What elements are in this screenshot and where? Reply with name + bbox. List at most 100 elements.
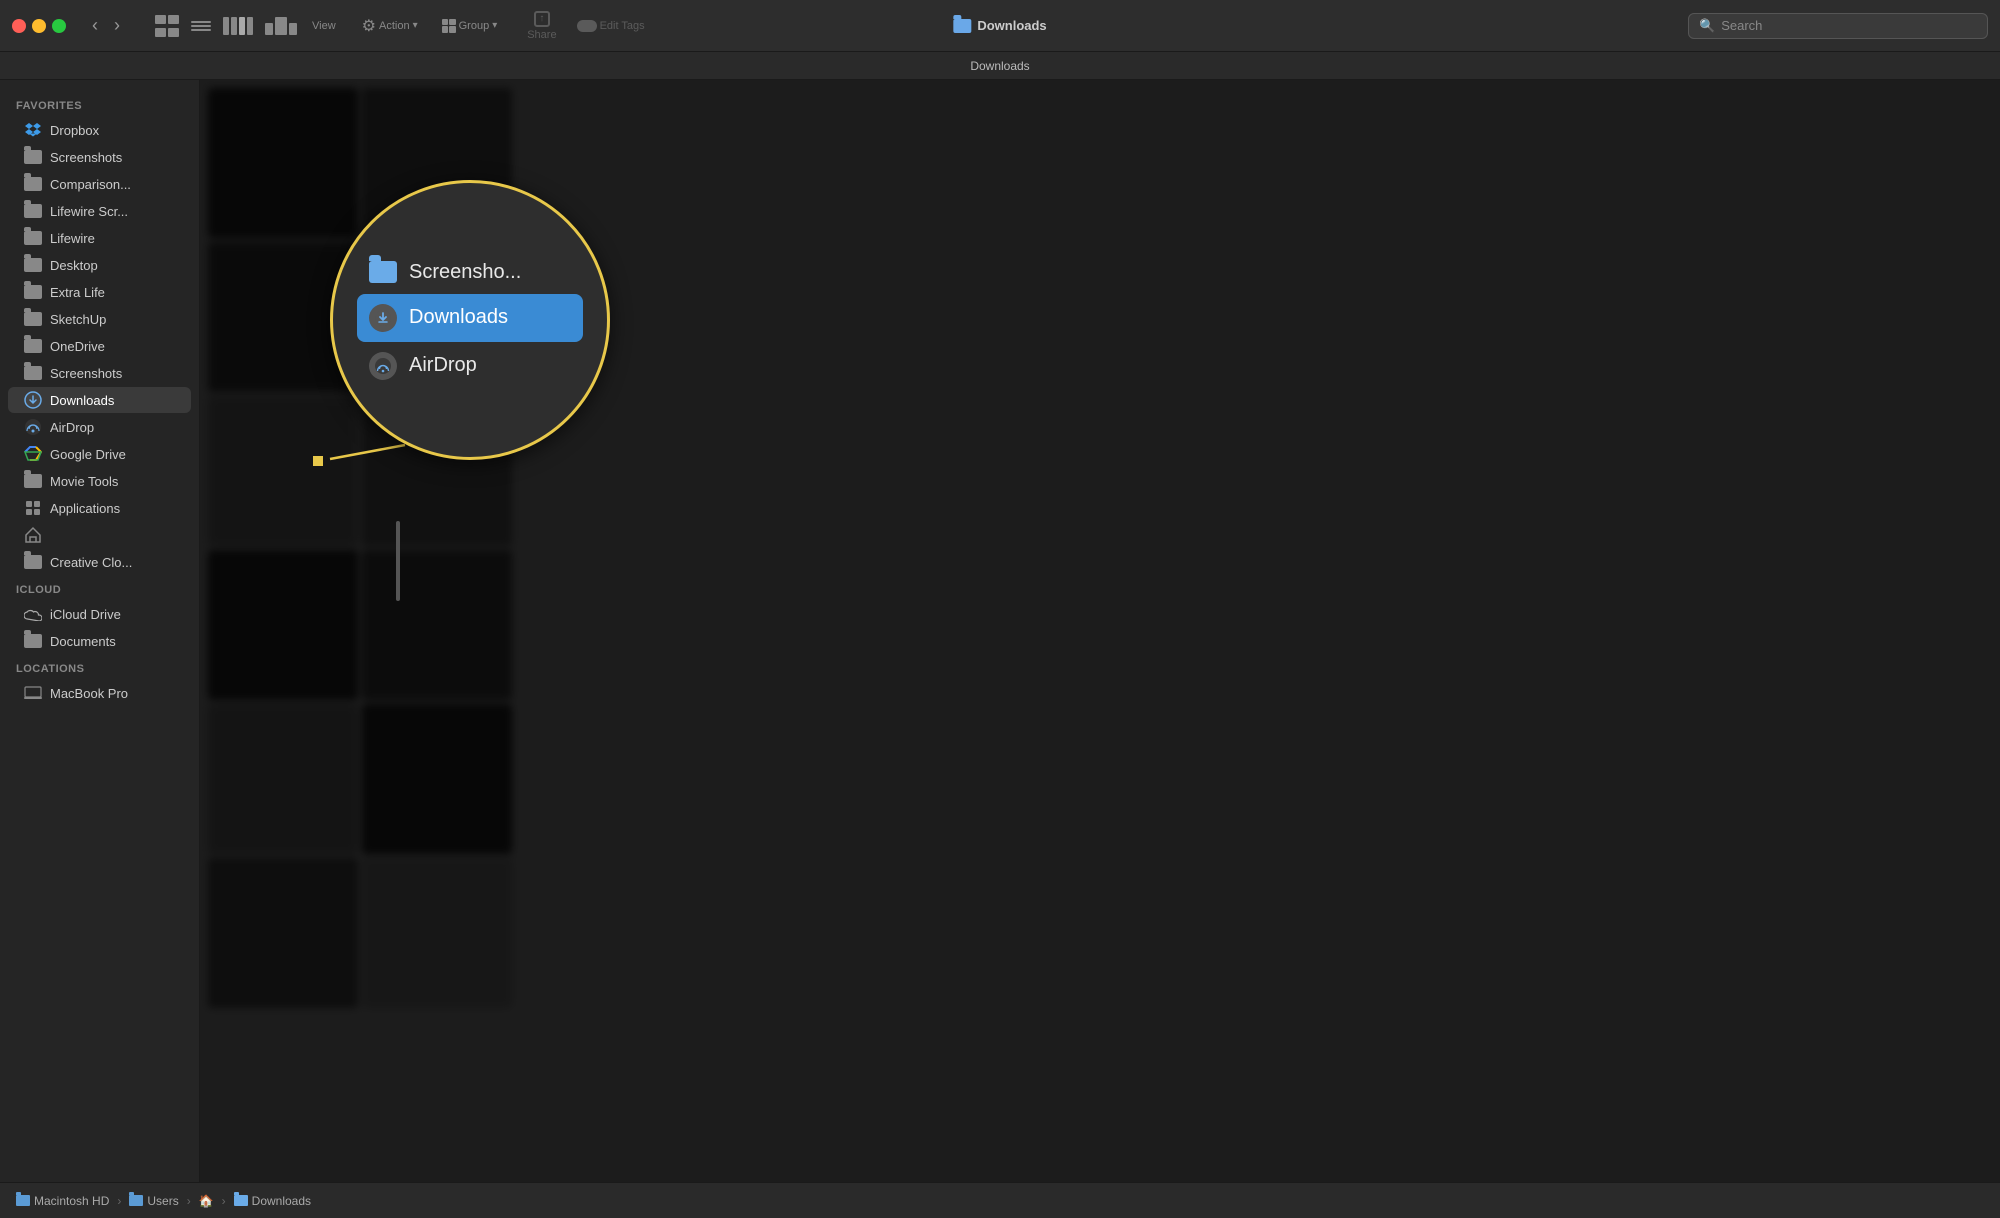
sidebar-label-screenshots: Screenshots — [50, 150, 122, 165]
scrollbar-thumb[interactable] — [396, 521, 400, 601]
gdrive-icon — [24, 445, 42, 463]
breadcrumb-sep-1: › — [117, 1194, 121, 1208]
sidebar-label-lifewire-scr: Lifewire Scr... — [50, 204, 128, 219]
sidebar-item-creative-cloud[interactable]: Creative Clo... — [8, 549, 191, 575]
titlebar: ‹ › — [0, 0, 2000, 52]
breadcrumb-macintosh-hd[interactable]: Macintosh HD — [16, 1194, 109, 1208]
sidebar-item-extra-life[interactable]: Extra Life — [8, 279, 191, 305]
sidebar-item-applications[interactable]: Applications — [8, 495, 191, 521]
sidebar-item-google-drive[interactable]: Google Drive — [8, 441, 191, 467]
cc-icon — [24, 553, 42, 571]
folder-icon — [24, 632, 42, 650]
magnifier-item-screenshots: Screensho... — [357, 251, 583, 294]
sidebar-label-google-drive: Google Drive — [50, 447, 126, 462]
home-icon — [24, 526, 42, 544]
sidebar-label-dropbox: Dropbox — [50, 123, 99, 138]
applications-icon — [24, 499, 42, 517]
mag-label-airdrop: AirDrop — [409, 354, 477, 377]
folder-icon — [24, 472, 42, 490]
pointer-dot — [313, 456, 323, 466]
folder-icon — [24, 175, 42, 193]
view-list-button[interactable] — [186, 19, 216, 33]
icloud-header: iCloud — [0, 576, 199, 600]
sidebar-label-creative-cloud: Creative Clo... — [50, 555, 132, 570]
sidebar-label-downloads: Downloads — [50, 393, 114, 408]
sidebar-label-lifewire: Lifewire — [50, 231, 95, 246]
sidebar-item-dropbox[interactable]: Dropbox — [8, 117, 191, 143]
sidebar-item-onedrive[interactable]: OneDrive — [8, 333, 191, 359]
users-folder-icon — [129, 1195, 143, 1206]
search-input[interactable] — [1721, 18, 1977, 33]
content-area: Screensho... Downloads — [200, 80, 2000, 1182]
sidebar-item-lifewire[interactable]: Lifewire — [8, 225, 191, 251]
action-button[interactable]: ⚙ Action ▾ — [356, 12, 424, 40]
breadcrumb-label-hd: Macintosh HD — [34, 1194, 109, 1208]
magnifier-item-airdrop: AirDrop — [357, 342, 583, 390]
folder-icon — [24, 310, 42, 328]
search-icon: 🔍 — [1699, 18, 1715, 34]
sidebar-item-airdrop[interactable]: AirDrop — [8, 414, 191, 440]
edit-tags-button[interactable]: Edit Tags — [571, 16, 651, 36]
view-column-button[interactable] — [218, 15, 258, 37]
sidebar-item-icloud-drive[interactable]: iCloud Drive — [8, 601, 191, 627]
sidebar-item-screenshots2[interactable]: Screenshots — [8, 360, 191, 386]
breadcrumb-sep-3: › — [222, 1194, 226, 1208]
folder-icon — [24, 202, 42, 220]
breadcrumb-label-users: Users — [147, 1194, 178, 1208]
close-button[interactable] — [12, 19, 26, 33]
sidebar-item-macbook-pro[interactable]: MacBook Pro — [8, 680, 191, 706]
laptop-icon — [24, 684, 42, 702]
sidebar-item-screenshots[interactable]: Screenshots — [8, 144, 191, 170]
nav-buttons: ‹ › — [86, 13, 126, 38]
sidebar-label-sketchup: SketchUp — [50, 312, 106, 327]
breadcrumb-downloads[interactable]: Downloads — [234, 1194, 311, 1208]
airdrop-icon — [24, 418, 42, 436]
minimize-button[interactable] — [32, 19, 46, 33]
breadcrumb-user-home[interactable]: 🏠 — [199, 1194, 214, 1208]
sidebar-item-documents[interactable]: Documents — [8, 628, 191, 654]
view-icon-button[interactable] — [150, 13, 184, 39]
share-button[interactable]: ↑ Share — [521, 7, 562, 45]
main-layout: Favorites Dropbox Screenshots Comparison… — [0, 80, 2000, 1182]
sidebar-label-onedrive: OneDrive — [50, 339, 105, 354]
magnifier-content: Screensho... Downloads — [333, 183, 607, 457]
folder-icon — [24, 229, 42, 247]
mag-label-downloads: Downloads — [409, 306, 508, 329]
folder-icon — [24, 337, 42, 355]
sidebar-label-desktop: Desktop — [50, 258, 98, 273]
sidebar-item-home[interactable] — [8, 522, 191, 548]
breadcrumb-users[interactable]: Users — [129, 1194, 178, 1208]
mag-label-screenshots: Screensho... — [409, 261, 521, 284]
group-button[interactable]: Group ▾ — [436, 15, 504, 37]
sidebar-item-lifewire-scr[interactable]: Lifewire Scr... — [8, 198, 191, 224]
folder-icon — [24, 148, 42, 166]
view-gallery-button[interactable] — [260, 15, 302, 37]
maximize-button[interactable] — [52, 19, 66, 33]
sidebar-item-movie-tools[interactable]: Movie Tools — [8, 468, 191, 494]
folder-icon — [24, 256, 42, 274]
sidebar: Favorites Dropbox Screenshots Comparison… — [0, 80, 200, 1182]
sidebar-label-airdrop: AirDrop — [50, 420, 94, 435]
icloud-drive-icon — [24, 605, 42, 623]
user-home-icon: 🏠 — [199, 1194, 214, 1208]
locations-header: Locations — [0, 655, 199, 679]
sidebar-label-comparison: Comparison... — [50, 177, 131, 192]
sidebar-label-screenshots2: Screenshots — [50, 366, 122, 381]
sidebar-item-sketchup[interactable]: SketchUp — [8, 306, 191, 332]
pathbar-text: Downloads — [970, 59, 1029, 73]
forward-button[interactable]: › — [108, 13, 126, 38]
folder-icon — [24, 283, 42, 301]
back-button[interactable]: ‹ — [86, 13, 104, 38]
sidebar-label-applications: Applications — [50, 501, 120, 516]
sidebar-item-comparison[interactable]: Comparison... — [8, 171, 191, 197]
bottombar: Macintosh HD › Users › 🏠 › Downloads — [0, 1182, 2000, 1218]
dropbox-icon — [24, 121, 42, 139]
breadcrumb-label-downloads: Downloads — [252, 1194, 311, 1208]
favorites-header: Favorites — [0, 92, 199, 116]
sidebar-item-downloads[interactable]: Downloads — [8, 387, 191, 413]
mag-folder-icon — [369, 261, 397, 283]
folder-icon — [24, 364, 42, 382]
sidebar-item-desktop[interactable]: Desktop — [8, 252, 191, 278]
magnifier-circle: Screensho... Downloads — [330, 180, 610, 460]
mag-download-icon — [369, 304, 397, 332]
